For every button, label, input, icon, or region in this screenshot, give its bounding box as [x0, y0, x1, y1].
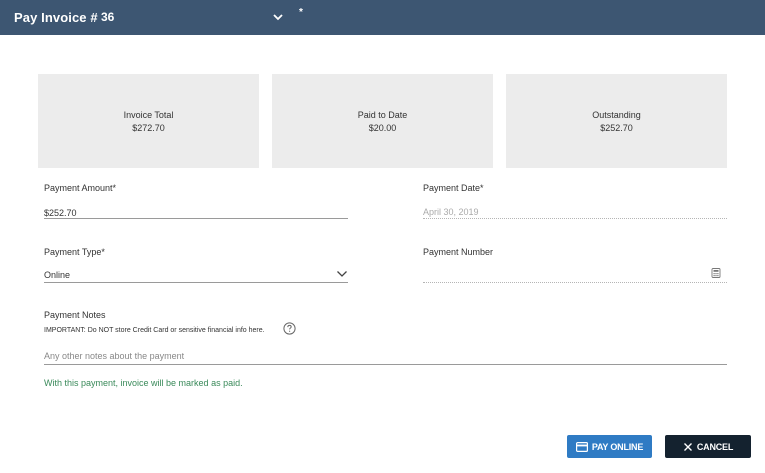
dialog-header: Pay Invoice # 36 *	[0, 0, 765, 35]
dialog-title: Pay Invoice #	[14, 10, 98, 25]
invoice-total-label: Invoice Total	[123, 109, 174, 120]
paid-to-date-card: Paid to Date $20.00	[272, 74, 493, 168]
invoice-total-card: Invoice Total $272.70	[38, 74, 259, 168]
payment-notes-label: Payment Notes	[44, 310, 106, 320]
close-icon	[683, 442, 692, 451]
payment-number-underline	[423, 282, 727, 283]
payment-amount-underline	[44, 218, 348, 219]
outstanding-value: $252.70	[600, 122, 633, 133]
pay-online-label: PAY ONLINE	[591, 441, 644, 452]
invoice-number: 36	[101, 10, 115, 24]
payment-type-select[interactable]: Online	[44, 270, 70, 280]
payment-date-label: Payment Date*	[423, 183, 484, 193]
help-icon[interactable]	[283, 322, 296, 335]
payment-amount-label: Payment Amount*	[44, 183, 117, 193]
calculator-icon[interactable]	[711, 268, 721, 278]
cancel-label: CANCEL	[696, 441, 734, 452]
unsaved-marker: *	[299, 7, 303, 18]
payment-type-underline	[44, 282, 348, 283]
payment-type-label: Payment Type*	[44, 247, 105, 257]
payment-amount-input[interactable]: $252.70	[44, 208, 77, 218]
payment-notes-warning: IMPORTANT: Do NOT store Credit Card or s…	[44, 327, 265, 334]
credit-card-icon	[575, 441, 588, 452]
outstanding-label: Outstanding	[592, 109, 641, 120]
paid-to-date-value: $20.00	[368, 122, 397, 133]
chevron-down-icon[interactable]	[272, 11, 284, 23]
payment-number-label: Payment Number	[423, 247, 494, 257]
paid-status-message: With this payment, invoice will be marke…	[44, 378, 243, 388]
paid-to-date-label: Paid to Date	[357, 109, 408, 120]
pay-online-button[interactable]: PAY ONLINE	[567, 435, 652, 458]
chevron-down-icon[interactable]	[336, 268, 348, 280]
invoice-total-value: $272.70	[132, 122, 165, 133]
outstanding-card: Outstanding $252.70	[506, 74, 727, 168]
payment-date-input[interactable]: April 30, 2019	[423, 207, 479, 217]
payment-notes-underline	[44, 364, 727, 365]
payment-notes-input[interactable]: Any other notes about the payment	[44, 351, 184, 361]
cancel-button[interactable]: CANCEL	[665, 435, 751, 458]
payment-date-underline	[423, 218, 727, 219]
